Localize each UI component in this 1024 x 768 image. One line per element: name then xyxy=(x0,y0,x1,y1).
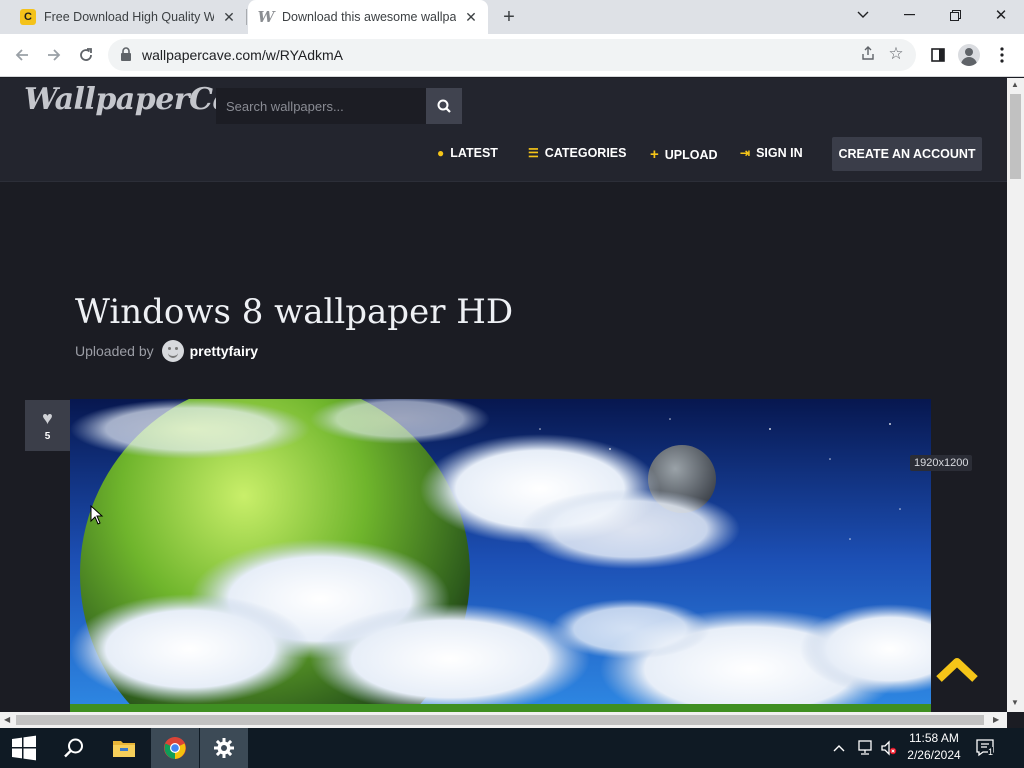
horizontal-scroll-thumb[interactable] xyxy=(16,715,984,725)
forward-button[interactable] xyxy=(40,41,68,69)
file-explorer-button[interactable] xyxy=(100,728,148,768)
search-taskbar-button[interactable] xyxy=(50,728,98,768)
vertical-scroll-thumb[interactable] xyxy=(1010,94,1021,179)
volume-muted-icon[interactable] xyxy=(880,728,898,768)
uploader-info: Uploaded by prettyfairy xyxy=(75,340,258,362)
page-title: Windows 8 wallpaper HD xyxy=(75,292,514,332)
profile-avatar-icon[interactable] xyxy=(958,44,980,66)
chrome-menu-icon[interactable] xyxy=(988,41,1016,69)
back-button[interactable] xyxy=(8,41,36,69)
search-button[interactable] xyxy=(426,88,462,124)
close-tab-icon[interactable]: ✕ xyxy=(220,8,238,26)
uploaded-by-label: Uploaded by xyxy=(75,343,154,359)
clock-icon: ● xyxy=(437,146,445,160)
search-input[interactable] xyxy=(216,88,426,124)
new-tab-button[interactable]: + xyxy=(497,5,521,29)
close-tab-icon[interactable]: ✕ xyxy=(462,8,480,26)
windows-logo-icon xyxy=(12,735,36,761)
windows-taskbar: 11:58 AM 2/26/2024 1 xyxy=(0,728,1024,768)
chrome-taskbar-button[interactable] xyxy=(151,728,199,768)
address-url: wallpapercave.com/w/RYAdkmA xyxy=(142,47,344,63)
list-icon: ☰ xyxy=(528,146,539,160)
scroll-to-top-icon[interactable] xyxy=(935,655,979,683)
tab-title: Download this awesome wallpap xyxy=(282,10,456,24)
show-hidden-icons-icon[interactable] xyxy=(833,728,845,768)
wallpaper-image[interactable] xyxy=(70,399,931,712)
nav-categories-label: CATEGORIES xyxy=(544,146,627,160)
folder-icon xyxy=(113,741,135,757)
horizontal-scrollbar[interactable]: ◀ ▶ xyxy=(0,712,1007,728)
tab-strip: C Free Download High Quality Win ✕ W Dow… xyxy=(0,0,1024,34)
uploader-avatar[interactable] xyxy=(161,340,184,362)
lock-icon xyxy=(121,47,131,61)
notification-count: 1 xyxy=(988,747,994,757)
mouse-cursor-icon xyxy=(90,505,104,525)
plus-icon: + xyxy=(650,146,659,163)
minimize-button[interactable] xyxy=(886,0,932,30)
page-viewport: WallpaperCave ● LATEST ☰ CATEGORIES + UP… xyxy=(0,78,1007,712)
browser-toolbar: wallpapercave.com/w/RYAdkmA ☆ xyxy=(0,34,1024,77)
nav-sign-in[interactable]: ⇥ SIGN IN xyxy=(740,146,803,160)
tab-divider xyxy=(246,9,247,25)
scroll-down-arrow-icon[interactable]: ▼ xyxy=(1011,698,1019,707)
side-panel-icon[interactable] xyxy=(924,41,952,69)
reload-button[interactable] xyxy=(72,41,100,69)
gear-icon xyxy=(214,738,234,758)
share-icon[interactable] xyxy=(858,45,878,65)
resolution-badge: 1920x1200 xyxy=(910,455,973,471)
notifications-button[interactable]: 1 xyxy=(976,728,996,768)
chrome-icon xyxy=(164,737,186,759)
site-header: WallpaperCave ● LATEST ☰ CATEGORIES + UP… xyxy=(0,78,1007,182)
heart-icon: ♥ xyxy=(42,408,53,428)
nav-latest-label: LATEST xyxy=(450,146,498,160)
bookmark-star-icon[interactable]: ☆ xyxy=(886,44,906,64)
nav-upload[interactable]: + UPLOAD xyxy=(650,146,718,163)
scroll-right-arrow-icon[interactable]: ▶ xyxy=(993,715,999,724)
uploader-name[interactable]: prettyfairy xyxy=(190,343,258,359)
site-favicon-icon: C xyxy=(20,9,36,25)
restore-button[interactable] xyxy=(932,0,978,30)
sign-in-icon: ⇥ xyxy=(740,146,751,160)
browser-tab-2[interactable]: W Download this awesome wallpap ✕ xyxy=(248,0,488,34)
close-window-button[interactable]: ✕ xyxy=(978,0,1024,30)
system-clock[interactable]: 11:58 AM 2/26/2024 xyxy=(904,730,964,764)
site-favicon-icon: W xyxy=(257,8,275,26)
tab-title: Free Download High Quality Win xyxy=(44,10,214,24)
scroll-left-arrow-icon[interactable]: ◀ xyxy=(4,715,10,724)
search-icon xyxy=(437,99,451,113)
vertical-scrollbar[interactable]: ▲ ▼ xyxy=(1007,78,1024,712)
tab-search-icon[interactable] xyxy=(840,0,886,30)
create-account-button[interactable]: CREATE AN ACCOUNT xyxy=(832,137,982,171)
start-button[interactable] xyxy=(0,728,48,768)
like-count: 5 xyxy=(44,431,51,442)
nav-categories[interactable]: ☰ CATEGORIES xyxy=(528,146,627,160)
nav-latest[interactable]: ● LATEST xyxy=(437,146,498,160)
like-button[interactable]: ♥ 5 xyxy=(25,400,70,451)
browser-tab-1[interactable]: C Free Download High Quality Win ✕ xyxy=(8,0,246,34)
nav-upload-label: UPLOAD xyxy=(664,147,718,162)
scroll-up-arrow-icon[interactable]: ▲ xyxy=(1011,80,1019,89)
nav-sign-in-label: SIGN IN xyxy=(756,146,803,160)
address-bar[interactable]: wallpapercave.com/w/RYAdkmA ☆ xyxy=(108,39,916,71)
clock-date: 2/26/2024 xyxy=(907,748,961,762)
clock-time: 11:58 AM xyxy=(909,731,959,745)
network-icon[interactable] xyxy=(856,728,874,768)
search-icon xyxy=(64,738,83,758)
settings-taskbar-button[interactable] xyxy=(200,728,248,768)
